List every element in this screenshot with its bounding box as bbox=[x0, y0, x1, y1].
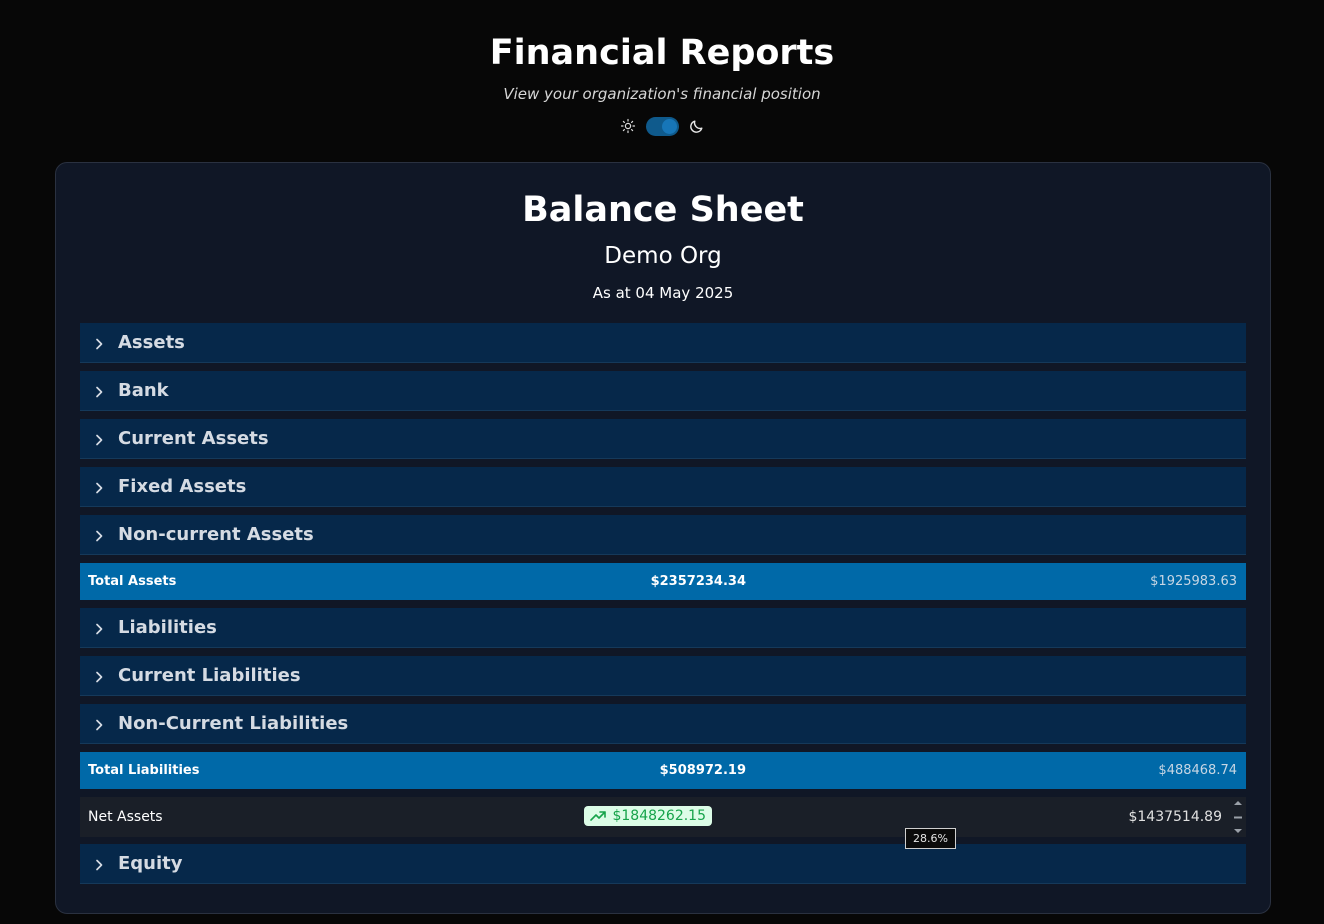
net-assets-current-value: $1848262.15 bbox=[612, 808, 706, 824]
section-bank[interactable]: Bank bbox=[80, 371, 1246, 411]
section-label: Fixed Assets bbox=[118, 476, 247, 497]
section-current-liabilities[interactable]: Current Liabilities bbox=[80, 656, 1246, 696]
chevron-right-icon bbox=[92, 857, 106, 871]
section-noncurrent-liabilities[interactable]: Non-Current Liabilities bbox=[80, 704, 1246, 744]
section-noncurrent-assets[interactable]: Non-current Assets bbox=[80, 515, 1246, 555]
page-header: Financial Reports View your organization… bbox=[0, 0, 1324, 137]
chevron-right-icon bbox=[92, 717, 106, 731]
scroll-spinner[interactable] bbox=[1232, 800, 1244, 834]
page-subtitle: View your organization's financial posit… bbox=[503, 85, 821, 103]
balance-sheet-card: Balance Sheet Demo Org As at 04 May 2025… bbox=[55, 162, 1271, 914]
section-liabilities[interactable]: Liabilities bbox=[80, 608, 1246, 648]
section-label: Non-Current Liabilities bbox=[118, 713, 349, 734]
report-rows: Assets Bank Current Assets Fixed Assets … bbox=[80, 323, 1246, 892]
total-previous-value: $1925983.63 bbox=[1150, 574, 1237, 589]
section-assets[interactable]: Assets bbox=[80, 323, 1246, 363]
section-current-assets[interactable]: Current Assets bbox=[80, 419, 1246, 459]
spinner-down-icon[interactable] bbox=[1233, 828, 1243, 834]
sun-icon bbox=[620, 118, 636, 134]
section-equity[interactable]: Equity bbox=[80, 844, 1246, 884]
switch-knob bbox=[661, 118, 677, 134]
moon-icon bbox=[689, 118, 705, 134]
chevron-right-icon bbox=[92, 480, 106, 494]
org-name: Demo Org bbox=[604, 243, 722, 269]
theme-toggle bbox=[0, 115, 1324, 137]
total-current-value: $508972.19 bbox=[659, 763, 746, 778]
chevron-right-icon bbox=[92, 621, 106, 635]
section-label: Current Assets bbox=[118, 428, 269, 449]
spinner-up-icon[interactable] bbox=[1233, 800, 1243, 806]
chevron-right-icon bbox=[92, 432, 106, 446]
report-title: Balance Sheet bbox=[522, 190, 804, 230]
section-label: Non-current Assets bbox=[118, 524, 314, 545]
section-label: Current Liabilities bbox=[118, 665, 301, 686]
net-assets-previous-value: $1437514.89 bbox=[1128, 809, 1222, 825]
total-liabilities-row: Total Liabilities $508972.19 $488468.74 bbox=[80, 752, 1246, 789]
net-assets-label: Net Assets bbox=[88, 809, 163, 825]
chevron-right-icon bbox=[92, 336, 106, 350]
section-label: Bank bbox=[118, 380, 169, 401]
total-label: Total Assets bbox=[88, 574, 177, 589]
theme-switch[interactable] bbox=[645, 116, 679, 136]
section-label: Assets bbox=[118, 332, 185, 353]
page-title: Financial Reports bbox=[489, 33, 835, 73]
spinner-bar-icon bbox=[1234, 816, 1242, 818]
chevron-right-icon bbox=[92, 669, 106, 683]
change-tooltip: 28.6% bbox=[905, 828, 956, 849]
chevron-right-icon bbox=[92, 384, 106, 398]
total-label: Total Liabilities bbox=[88, 763, 200, 778]
chevron-right-icon bbox=[92, 528, 106, 542]
net-assets-row: Net Assets $1848262.15 $1437514.89 28.6% bbox=[80, 797, 1246, 849]
section-label: Equity bbox=[118, 853, 183, 874]
total-current-value: $2357234.34 bbox=[650, 574, 746, 589]
trending-up-icon bbox=[590, 810, 607, 822]
total-previous-value: $488468.74 bbox=[1158, 763, 1237, 778]
section-fixed-assets[interactable]: Fixed Assets bbox=[80, 467, 1246, 507]
total-assets-row: Total Assets $2357234.34 $1925983.63 bbox=[80, 563, 1246, 600]
section-label: Liabilities bbox=[118, 617, 217, 638]
net-assets-current-badge[interactable]: $1848262.15 bbox=[584, 806, 712, 826]
report-date: As at 04 May 2025 bbox=[592, 284, 734, 302]
